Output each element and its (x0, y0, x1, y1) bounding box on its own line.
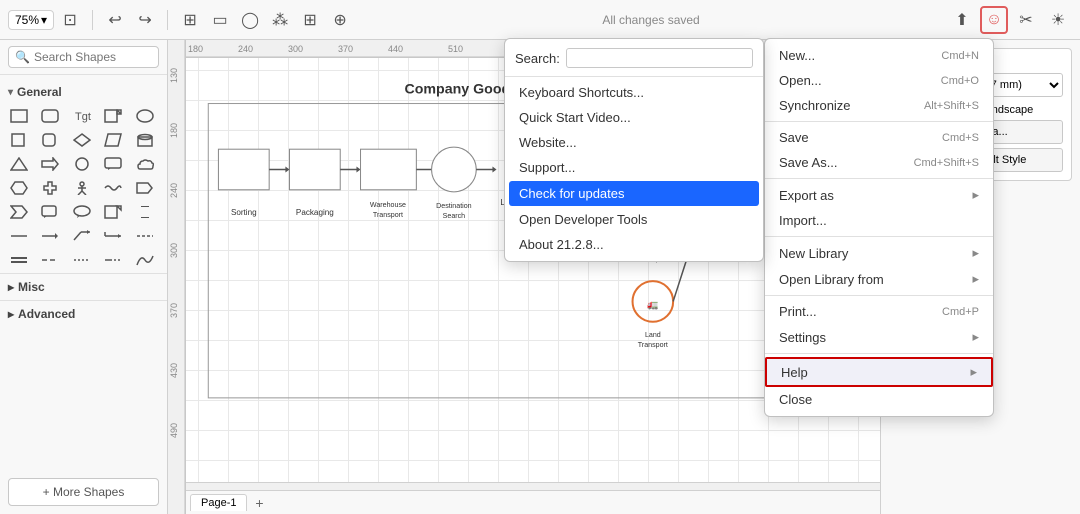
menu-open-library-arrow: ▸ (972, 271, 979, 287)
menu-item-synchronize[interactable]: Synchronize Alt+Shift+S (765, 93, 993, 118)
help-item-quickstart[interactable]: Quick Start Video... (505, 105, 763, 130)
menu-divider-5 (765, 353, 993, 354)
menu-item-save-as[interactable]: Save As... Cmd+Shift+S (765, 150, 993, 175)
menu-new-shortcut: Cmd+N (941, 50, 979, 62)
help-website-label: Website... (519, 135, 577, 150)
menu-close-label: Close (779, 392, 812, 407)
menu-item-import[interactable]: Import... (765, 208, 993, 233)
help-devtools-label: Open Developer Tools (519, 212, 647, 227)
menu-save-label: Save (779, 130, 809, 145)
context-menu-overlay[interactable]: New... Cmd+N Open... Cmd+O Synchronize A… (0, 0, 1080, 514)
menu-open-label: Open... (779, 73, 822, 88)
help-check-updates-label: Check for updates (519, 186, 625, 201)
menu-new-library-label: New Library (779, 246, 848, 261)
help-search-label: Search: (515, 51, 560, 66)
help-support-label: Support... (519, 160, 575, 175)
menu-settings-label: Settings (779, 330, 826, 345)
menu-item-help[interactable]: Help ▸ (765, 357, 993, 387)
help-item-devtools[interactable]: Open Developer Tools (505, 207, 763, 232)
help-item-about[interactable]: About 21.2.8... (505, 232, 763, 257)
menu-item-open[interactable]: Open... Cmd+O (765, 68, 993, 93)
help-item-check-updates[interactable]: Check for updates (509, 181, 759, 206)
menu-import-label: Import... (779, 213, 827, 228)
main-menu: New... Cmd+N Open... Cmd+O Synchronize A… (764, 38, 994, 417)
menu-sync-label: Synchronize (779, 98, 851, 113)
menu-open-library-label: Open Library from (779, 272, 884, 287)
menu-help-label: Help (781, 365, 808, 380)
menu-item-open-library[interactable]: Open Library from ▸ (765, 266, 993, 292)
help-submenu: Search: Keyboard Shortcuts... Quick Star… (504, 38, 764, 262)
menu-item-new-library[interactable]: New Library ▸ (765, 240, 993, 266)
menu-new-library-arrow: ▸ (972, 245, 979, 261)
menu-open-shortcut: Cmd+O (941, 75, 979, 87)
menu-item-close[interactable]: Close (765, 387, 993, 412)
menu-divider-1 (765, 121, 993, 122)
help-item-website[interactable]: Website... (505, 130, 763, 155)
help-divider-1 (505, 76, 763, 77)
menu-settings-arrow: ▸ (972, 329, 979, 345)
help-quickstart-label: Quick Start Video... (519, 110, 631, 125)
menu-new-label: New... (779, 48, 815, 63)
help-item-support[interactable]: Support... (505, 155, 763, 180)
help-about-label: About 21.2.8... (519, 237, 604, 252)
help-item-keyboard[interactable]: Keyboard Shortcuts... (505, 80, 763, 105)
menu-print-shortcut: Cmd+P (942, 306, 979, 318)
menu-save-as-label: Save As... (779, 155, 838, 170)
menu-save-shortcut: Cmd+S (942, 132, 979, 144)
menu-export-arrow: ▸ (972, 187, 979, 203)
help-search-row: Search: (505, 43, 763, 73)
menu-item-print[interactable]: Print... Cmd+P (765, 299, 993, 324)
menu-item-save[interactable]: Save Cmd+S (765, 125, 993, 150)
menu-print-label: Print... (779, 304, 817, 319)
menu-export-label: Export as (779, 188, 834, 203)
menu-sync-shortcut: Alt+Shift+S (924, 100, 979, 112)
menu-divider-2 (765, 178, 993, 179)
menu-help-arrow: ▸ (970, 364, 977, 380)
menu-item-export[interactable]: Export as ▸ (765, 182, 993, 208)
help-keyboard-label: Keyboard Shortcuts... (519, 85, 644, 100)
menu-divider-4 (765, 295, 993, 296)
help-search-input[interactable] (566, 48, 753, 68)
menu-save-as-shortcut: Cmd+Shift+S (914, 157, 979, 169)
menu-item-new[interactable]: New... Cmd+N (765, 43, 993, 68)
menu-item-settings[interactable]: Settings ▸ (765, 324, 993, 350)
menu-divider-3 (765, 236, 993, 237)
